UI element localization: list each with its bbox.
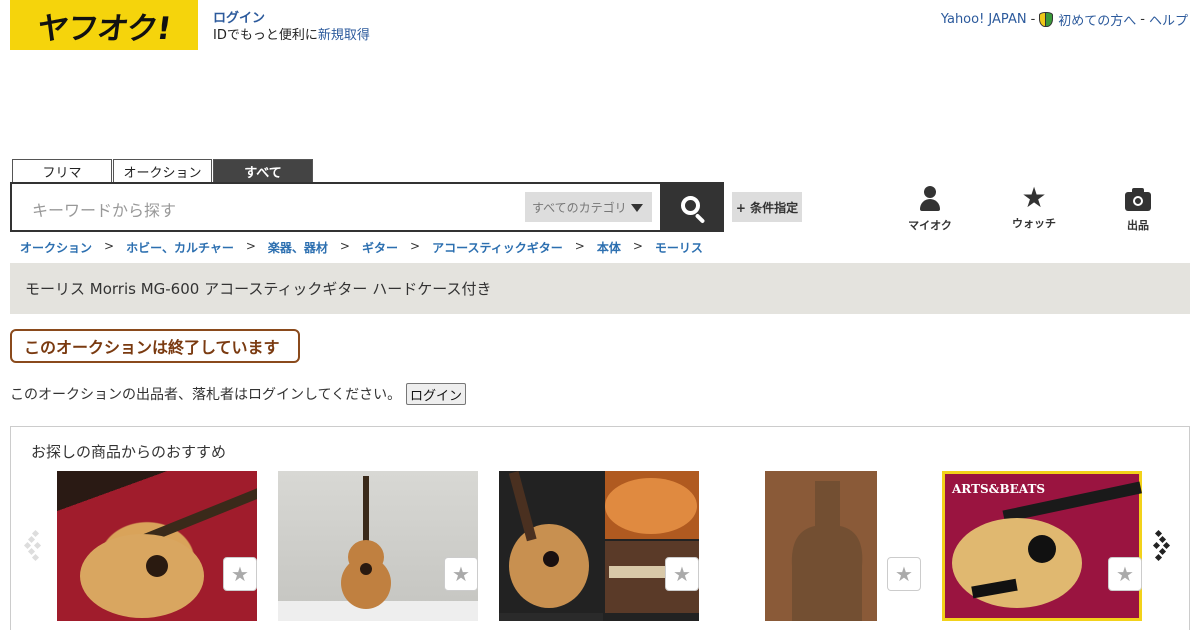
breadcrumb-arrow: > bbox=[632, 239, 643, 253]
search-button[interactable] bbox=[662, 182, 724, 232]
login-block: ログイン IDでもっと便利に新規取得 bbox=[213, 10, 370, 44]
condition-button[interactable]: + 条件指定 bbox=[732, 192, 802, 222]
item-title: モーリス Morris MG-600 アコースティックギター ハードケース付き bbox=[25, 280, 492, 298]
tab-all[interactable]: すべて bbox=[213, 159, 313, 183]
recommend-item[interactable]: ARTS&BEATS bbox=[942, 471, 1142, 621]
recommend-title: お探しの商品からのおすすめ bbox=[31, 443, 227, 461]
carousel-next-button[interactable] bbox=[1152, 529, 1174, 562]
recommend-item[interactable] bbox=[499, 471, 699, 621]
recommend-panel: お探しの商品からのおすすめ ★ ★ ★ ★ ARTS&BEATS ★ bbox=[10, 426, 1190, 630]
separator: - bbox=[1030, 12, 1036, 27]
nav-watch[interactable]: ★ ウォッチ bbox=[1004, 184, 1064, 231]
chevron-right-icon bbox=[1152, 529, 1174, 562]
breadcrumb: オークション > ホビー、カルチャー > 楽器、器材 > ギター > アコーステ… bbox=[20, 239, 703, 256]
signup-link[interactable]: 新規取得 bbox=[318, 28, 370, 43]
carousel-prev-button[interactable] bbox=[23, 529, 45, 562]
chevron-left-icon bbox=[23, 529, 45, 562]
watch-star-button[interactable]: ★ bbox=[444, 557, 478, 591]
tab-auction[interactable]: オークション bbox=[113, 159, 212, 183]
login-promo-text: IDでもっと便利に bbox=[213, 28, 318, 43]
nav-sell[interactable]: 出品 bbox=[1108, 186, 1168, 233]
top-links: Yahoo! JAPAN - 初めての方へ - ヘルプ bbox=[941, 10, 1188, 29]
watermark-text: ARTS&BEATS bbox=[951, 482, 1045, 496]
auction-ended-badge: このオークションは終了しています bbox=[10, 329, 300, 363]
breadcrumb-item[interactable]: ホビー、カルチャー bbox=[126, 239, 234, 256]
nav-label: 出品 bbox=[1127, 219, 1149, 232]
breadcrumb-arrow: > bbox=[104, 239, 115, 253]
product-image[interactable] bbox=[720, 471, 920, 621]
product-image[interactable] bbox=[57, 471, 257, 621]
star-icon: ★ bbox=[231, 562, 249, 586]
breadcrumb-item[interactable]: 楽器、器材 bbox=[268, 239, 328, 256]
breadcrumb-arrow: > bbox=[339, 239, 350, 253]
item-title-bar: モーリス Morris MG-600 アコースティックギター ハードケース付き bbox=[10, 263, 1190, 314]
star-icon: ★ bbox=[1116, 562, 1134, 586]
login-link[interactable]: ログイン bbox=[213, 11, 265, 26]
watch-star-button[interactable]: ★ bbox=[887, 557, 921, 591]
breadcrumb-item[interactable]: オークション bbox=[20, 239, 92, 256]
tab-flea-market[interactable]: フリマ bbox=[12, 159, 112, 183]
breadcrumb-arrow: > bbox=[410, 239, 421, 253]
breadcrumb-item[interactable]: アコースティックギター bbox=[432, 239, 563, 256]
breadcrumb-item[interactable]: 本体 bbox=[597, 239, 621, 256]
search-tabs: フリマ オークション すべて bbox=[12, 159, 313, 183]
breadcrumb-item[interactable]: モーリス bbox=[655, 239, 703, 256]
search-icon-handle bbox=[694, 213, 706, 224]
watch-star-button[interactable]: ★ bbox=[665, 557, 699, 591]
breadcrumb-arrow: > bbox=[245, 239, 256, 253]
camera-icon bbox=[1124, 186, 1152, 214]
star-icon: ★ bbox=[895, 562, 913, 586]
help-link[interactable]: ヘルプ bbox=[1149, 10, 1188, 29]
search-icon bbox=[681, 196, 700, 215]
star-icon: ★ bbox=[673, 562, 691, 586]
search-placeholder: キーワードから探す bbox=[32, 201, 177, 220]
yahuoku-logo[interactable]: ヤフオク! bbox=[10, 0, 198, 50]
beginner-mark-icon bbox=[1039, 12, 1054, 27]
star-icon: ★ bbox=[452, 562, 470, 586]
product-image[interactable]: ARTS&BEATS bbox=[942, 471, 1142, 621]
recommend-item[interactable] bbox=[57, 471, 257, 621]
recommend-item[interactable] bbox=[720, 471, 920, 621]
separator: - bbox=[1140, 12, 1145, 27]
product-image[interactable] bbox=[278, 471, 478, 621]
star-icon: ★ bbox=[1021, 181, 1047, 214]
notice-login-button[interactable]: ログイン bbox=[406, 383, 466, 405]
breadcrumb-arrow: > bbox=[574, 239, 585, 253]
breadcrumb-item[interactable]: ギター bbox=[362, 239, 398, 256]
search-input[interactable]: キーワードから探す すべてのカテゴリ bbox=[10, 182, 662, 232]
watch-star-button[interactable]: ★ bbox=[1108, 557, 1142, 591]
person-icon bbox=[916, 186, 944, 214]
category-select[interactable]: すべてのカテゴリ bbox=[525, 192, 652, 222]
category-label: すべてのカテゴリ bbox=[532, 200, 627, 215]
product-image[interactable] bbox=[499, 471, 699, 621]
nav-label: ウォッチ bbox=[1012, 217, 1056, 230]
nav-label: マイオク bbox=[908, 219, 952, 232]
caret-down-icon bbox=[631, 204, 643, 212]
yahoo-japan-link[interactable]: Yahoo! JAPAN bbox=[941, 12, 1027, 27]
nav-my-auction[interactable]: マイオク bbox=[900, 186, 960, 233]
login-notice: このオークションの出品者、落札者はログインしてください。 bbox=[10, 387, 402, 403]
recommend-item[interactable] bbox=[278, 471, 478, 621]
watch-star-button[interactable]: ★ bbox=[223, 557, 257, 591]
beginner-link[interactable]: 初めての方へ bbox=[1058, 10, 1136, 29]
